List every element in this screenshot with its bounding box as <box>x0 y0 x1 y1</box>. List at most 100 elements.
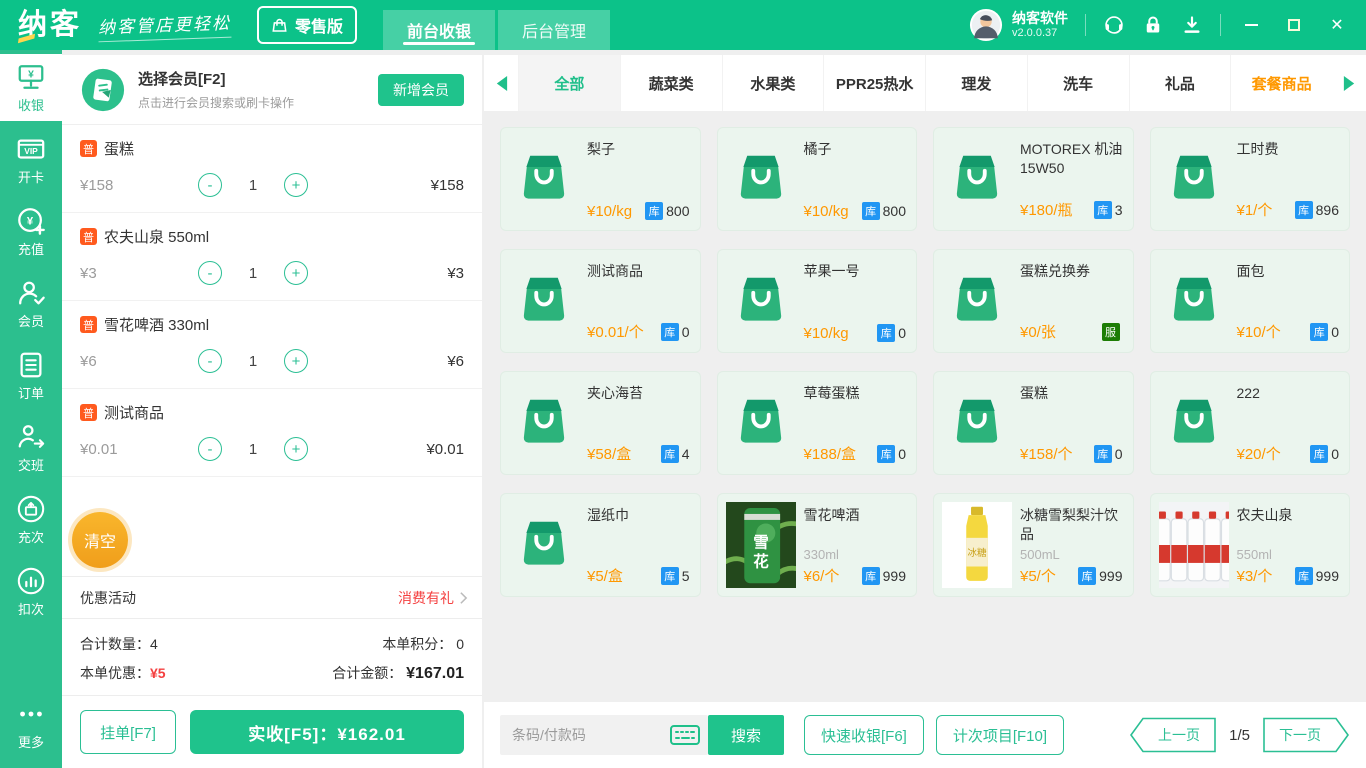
barcode-input[interactable] <box>512 727 670 743</box>
sidebar-item-label: 开卡 <box>17 169 44 185</box>
prev-page-button[interactable]: 上一页 <box>1129 717 1217 753</box>
sidebar-item-recharge[interactable]: ¥ 充值 <box>0 198 62 265</box>
product-card[interactable]: 苹果一号 ¥10/kg 库 0 <box>716 249 917 353</box>
increase-qty-button[interactable]: + <box>284 349 308 373</box>
total-amount-value: ¥167.01 <box>406 664 464 682</box>
item-type-badge: 普 <box>80 140 97 157</box>
search-button[interactable]: 搜索 <box>708 715 784 755</box>
next-categories-arrow[interactable] <box>1332 55 1366 111</box>
cart-item-price: ¥6 <box>80 352 97 370</box>
select-member-title: 选择会员[F2] <box>138 71 226 88</box>
product-card[interactable]: 夹心海苔 ¥58/盒 库 4 <box>500 371 701 475</box>
sidebar-item-orders[interactable]: 订单 <box>0 342 62 409</box>
lock-icon[interactable] <box>1142 14 1164 36</box>
pay-button[interactable]: 实收[F5]：¥162.01 <box>190 710 464 754</box>
clear-cart-button[interactable]: 清空 <box>72 512 128 568</box>
product-name: 湿纸巾 <box>587 507 629 523</box>
product-card[interactable]: 湿纸巾 ¥5/盒 库 5 <box>500 493 701 597</box>
category-bar: 全部 蔬菜类 水果类 PPR25热水 理发 洗车 礼品 套餐商品 <box>484 55 1366 111</box>
increase-qty-button[interactable]: + <box>284 261 308 285</box>
sidebar-item-recharge-times[interactable]: 充次 <box>0 486 62 553</box>
sidebar-item-more[interactable]: 更多 <box>0 691 62 758</box>
category-tab-4[interactable]: 理发 <box>925 55 1027 111</box>
member-icon <box>16 278 46 308</box>
svg-text:¥: ¥ <box>27 215 34 227</box>
shopping-bag-icon <box>509 258 579 344</box>
catalog-panel: 全部 蔬菜类 水果类 PPR25热水 理发 洗车 礼品 套餐商品 梨子 ¥10/… <box>484 55 1366 768</box>
category-tab-2[interactable]: 水果类 <box>721 55 824 111</box>
shopping-bag-icon <box>726 136 796 222</box>
close-button[interactable]: ✕ <box>1324 12 1350 38</box>
next-page-label: 下一页 <box>1279 727 1321 743</box>
sidebar-item-label: 交班 <box>17 457 44 473</box>
sidebar-item-cash-register[interactable]: ¥ 收银 <box>0 54 62 121</box>
stock-badge: 库 <box>1294 200 1313 219</box>
user-account[interactable]: 纳客软件 v2.0.0.37 <box>969 8 1068 42</box>
select-member-area[interactable]: 选择会员[F2] 点击进行会员搜索或刷卡操作 新增会员 <box>62 55 482 125</box>
stock-count: 0 <box>1331 323 1339 340</box>
category-tab-6[interactable]: 礼品 <box>1128 55 1231 111</box>
support-headset-icon[interactable] <box>1103 14 1125 36</box>
stock-count: 800 <box>882 203 906 219</box>
cart-item-qty: 1 <box>248 352 258 370</box>
tab-back-office[interactable]: 后台管理 <box>498 10 611 50</box>
sidebar-item-shift[interactable]: 交班 <box>0 414 62 481</box>
increase-qty-button[interactable]: + <box>284 173 308 197</box>
keyboard-icon[interactable] <box>670 725 700 745</box>
product-card[interactable]: 蛋糕 ¥158/个 库 0 <box>933 371 1134 475</box>
decrease-qty-button[interactable]: - <box>198 261 222 285</box>
next-page-button[interactable]: 下一页 <box>1262 717 1350 753</box>
sidebar-item-vip-card[interactable]: VIP 开卡 <box>0 126 62 193</box>
promo-row[interactable]: 优惠活动 消费有礼 <box>62 576 482 618</box>
category-tab-5[interactable]: 洗车 <box>1026 55 1129 111</box>
product-card[interactable]: 测试商品 ¥0.01/个 库 0 <box>500 249 701 353</box>
product-card[interactable]: 222 ¥20/个 库 0 <box>1149 371 1350 475</box>
maximize-button[interactable] <box>1281 12 1307 38</box>
category-tab-0[interactable]: 全部 <box>518 55 620 111</box>
cart-panel: 选择会员[F2] 点击进行会员搜索或刷卡操作 新增会员 普 蛋糕 ¥158 - … <box>62 55 482 768</box>
product-name: MOTOREX 机油 15W50 <box>1020 141 1123 176</box>
decrease-qty-button[interactable]: - <box>198 349 222 373</box>
download-icon[interactable] <box>1181 14 1203 36</box>
product-price: ¥10/个 <box>1236 324 1281 341</box>
stock-count: 999 <box>1315 567 1339 584</box>
product-card[interactable]: 橘子 ¥10/kg 库 800 <box>716 127 917 231</box>
chevron-right-icon <box>460 591 468 604</box>
product-card[interactable]: 蛋糕兑换券 ¥0/张 服 <box>933 249 1134 353</box>
category-tab-1[interactable]: 蔬菜类 <box>619 55 722 111</box>
sidebar-item-member[interactable]: 会员 <box>0 270 62 337</box>
cart-item-total: ¥158 <box>430 176 464 194</box>
minimize-button[interactable] <box>1238 12 1264 38</box>
product-price: ¥0/张 <box>1020 324 1056 341</box>
tab-front-cashier[interactable]: 前台收银 <box>383 10 496 50</box>
product-card[interactable]: MOTOREX 机油 15W50 ¥180/瓶 库 3 <box>933 127 1134 231</box>
product-card[interactable]: 冰糖 冰糖雪梨梨汁饮品 500mL ¥5/个 库 999 <box>933 493 1134 597</box>
prev-categories-arrow[interactable] <box>484 55 518 111</box>
count-item-button[interactable]: 计次项目[F10] <box>935 715 1065 755</box>
sidebar-item-label: 充次 <box>17 529 44 545</box>
hold-order-button[interactable]: 挂单[F7] <box>80 710 176 754</box>
product-card[interactable]: 梨子 ¥10/kg 库 800 <box>500 127 701 231</box>
add-member-button[interactable]: 新增会员 <box>378 73 464 106</box>
product-card[interactable]: 农夫山泉 550ml ¥3/个 库 999 <box>1149 493 1350 597</box>
minimize-icon <box>1244 24 1258 26</box>
product-card[interactable]: 面包 ¥10/个 库 0 <box>1149 249 1350 353</box>
sidebar-item-deduct-times[interactable]: 扣次 <box>0 558 62 625</box>
decrease-qty-button[interactable]: - <box>198 437 222 461</box>
deduct-times-icon <box>16 566 46 596</box>
category-tab-3[interactable]: PPR25热水 <box>823 55 925 111</box>
category-tab-7[interactable]: 套餐商品 <box>1230 55 1332 111</box>
decrease-qty-button[interactable]: - <box>198 173 222 197</box>
stock-count: 999 <box>882 567 906 584</box>
stock-badge: 库 <box>645 202 664 220</box>
increase-qty-button[interactable]: + <box>284 437 308 461</box>
product-name: 测试商品 <box>587 263 643 279</box>
quick-cashier-button[interactable]: 快速收银[F6] <box>804 715 924 755</box>
product-card[interactable]: 草莓蛋糕 ¥188/盒 库 0 <box>716 371 917 475</box>
cart-item-price: ¥0.01 <box>80 440 118 458</box>
product-card[interactable]: 雪花 雪花啤酒 330ml ¥6/个 库 999 <box>716 493 917 597</box>
stock-badge: 库 <box>660 322 679 341</box>
product-card[interactable]: 工时费 ¥1/个 库 896 <box>1149 127 1350 231</box>
stock-badge: 库 <box>1078 566 1097 585</box>
edition-badge[interactable]: 零售版 <box>257 6 358 44</box>
